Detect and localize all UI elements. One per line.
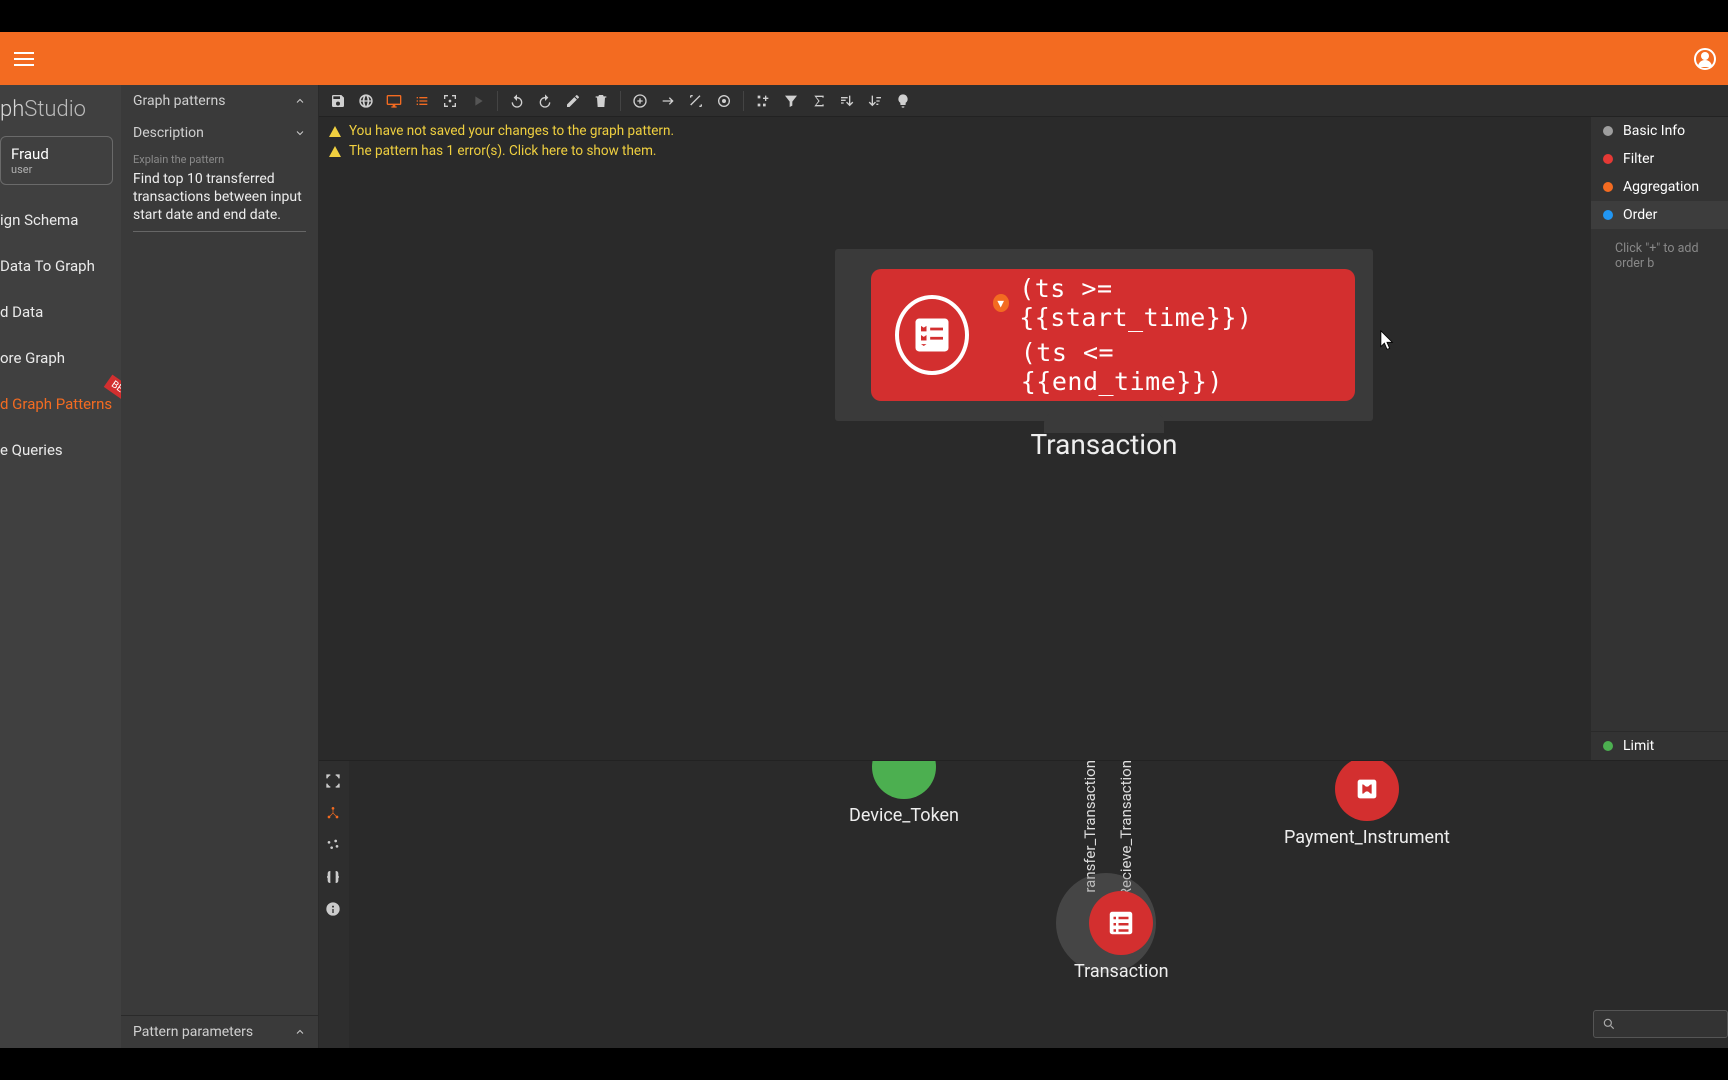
properties-panel: Basic Info Filter Aggregation Order Click "… bbox=[1591, 117, 1728, 760]
globe-icon[interactable] bbox=[353, 88, 379, 114]
list-icon[interactable] bbox=[409, 88, 435, 114]
graph-patterns-section[interactable]: Graph patterns bbox=[121, 85, 318, 117]
toolbar bbox=[319, 85, 1728, 117]
sort-icon[interactable] bbox=[834, 88, 860, 114]
pattern-parameters-section[interactable]: Pattern parameters bbox=[121, 1015, 318, 1048]
add-node-icon[interactable] bbox=[627, 88, 653, 114]
property-tab-order[interactable]: Order bbox=[1591, 201, 1728, 229]
chevron-up-icon bbox=[294, 1026, 306, 1038]
save-icon[interactable] bbox=[325, 88, 351, 114]
limit-dot-icon bbox=[1603, 741, 1613, 751]
graph-selector[interactable]: Fraud user bbox=[0, 136, 113, 185]
node-card-label: Transaction bbox=[835, 428, 1373, 461]
selected-node-card[interactable]: ▼ (ts >= {{start_time}}) (ts <= {{end_ti… bbox=[835, 249, 1373, 421]
node-icon bbox=[1335, 761, 1399, 821]
chevron-up-icon bbox=[294, 95, 306, 107]
property-tab-filter[interactable]: Filter bbox=[1591, 145, 1728, 173]
brand-suffix: Studio bbox=[24, 97, 86, 122]
graph-search-input[interactable] bbox=[1593, 1010, 1728, 1038]
brand-logo: phStudio bbox=[0, 85, 121, 136]
property-tab-label: Order bbox=[1623, 207, 1657, 223]
left-nav: phStudio Fraud user ign SchemaData To Gr… bbox=[0, 85, 121, 1048]
transaction-node-icon bbox=[895, 295, 969, 375]
desktop-icon[interactable] bbox=[381, 88, 407, 114]
graph-name: Fraud bbox=[11, 145, 102, 163]
dot-icon bbox=[1603, 154, 1613, 164]
fullscreen-icon[interactable] bbox=[325, 773, 343, 791]
order-hint-text: Click "+" to add order b bbox=[1591, 229, 1728, 271]
limit-icon[interactable] bbox=[862, 88, 888, 114]
property-tab-basic-info[interactable]: Basic Info bbox=[1591, 117, 1728, 145]
mouse-cursor bbox=[1380, 330, 1394, 350]
brand-prefix: ph bbox=[0, 97, 24, 122]
graph-viewport[interactable]: Recieve_Transactionransfer_TransactionDe… bbox=[349, 761, 1728, 1048]
property-tab-aggregation[interactable]: Aggregation bbox=[1591, 173, 1728, 201]
warning-icon bbox=[329, 126, 341, 137]
filter-icon[interactable] bbox=[778, 88, 804, 114]
sigma-icon[interactable] bbox=[806, 88, 832, 114]
limit-label: Limit bbox=[1623, 738, 1654, 754]
graph-node-payment[interactable]: Payment_Instrument bbox=[1284, 761, 1450, 848]
graph-explorer: Recieve_Transactionransfer_TransactionDe… bbox=[319, 760, 1728, 1048]
dot-icon bbox=[1603, 126, 1613, 136]
warning-text: You have not saved your changes to the g… bbox=[349, 123, 674, 139]
graph-node-transaction[interactable]: Transaction bbox=[1074, 891, 1169, 982]
node-label: Payment_Instrument bbox=[1284, 827, 1450, 848]
nav-item-0[interactable]: ign Schema bbox=[0, 197, 121, 243]
filter-expression-1: (ts >= {{start_time}}) bbox=[1019, 274, 1331, 332]
node-label: Transaction bbox=[1074, 961, 1169, 982]
warning-errors[interactable]: The pattern has 1 error(s). Click here t… bbox=[329, 141, 674, 161]
widget-icon[interactable] bbox=[750, 88, 776, 114]
braces-icon[interactable] bbox=[325, 869, 343, 887]
nav-item-2[interactable]: d Data bbox=[0, 289, 121, 335]
redo-icon[interactable] bbox=[532, 88, 558, 114]
lightbulb-icon[interactable] bbox=[890, 88, 916, 114]
nav-item-1[interactable]: Data To Graph bbox=[0, 243, 121, 289]
add-edge-icon[interactable] bbox=[655, 88, 681, 114]
menu-hamburger[interactable] bbox=[12, 47, 36, 71]
nav-item-4[interactable]: d Graph PatternsBETA bbox=[0, 381, 121, 427]
description-text[interactable]: Find top 10 transferred transactions bet… bbox=[133, 170, 306, 232]
target-icon[interactable] bbox=[711, 88, 737, 114]
warning-text: The pattern has 1 error(s). Click here t… bbox=[349, 143, 656, 159]
info-icon[interactable] bbox=[325, 901, 343, 919]
graph-node-device[interactable]: Device_Token bbox=[849, 761, 959, 826]
search-icon bbox=[1602, 1017, 1616, 1031]
delete-icon[interactable] bbox=[588, 88, 614, 114]
description-field-label: Explain the pattern bbox=[133, 153, 306, 166]
chevron-down-icon bbox=[294, 127, 306, 139]
description-section[interactable]: Description bbox=[121, 117, 318, 149]
property-tab-label: Basic Info bbox=[1623, 123, 1685, 139]
description-label: Description bbox=[133, 125, 204, 141]
pattern-parameters-label: Pattern parameters bbox=[133, 1024, 253, 1040]
pattern-canvas[interactable]: You have not saved your changes to the g… bbox=[319, 117, 1591, 760]
filter-expression-2: (ts <= {{end_time}}) bbox=[1021, 338, 1331, 396]
node-icon bbox=[872, 761, 936, 799]
graph-tool-strip bbox=[319, 761, 349, 1048]
node-label: Device_Token bbox=[849, 805, 959, 826]
property-tab-label: Filter bbox=[1623, 151, 1654, 167]
node-icon bbox=[1089, 891, 1153, 955]
play-icon[interactable] bbox=[465, 88, 491, 114]
filter-chip-icon: ▼ bbox=[993, 294, 1009, 312]
main-area: You have not saved your changes to the g… bbox=[319, 85, 1728, 1048]
link-icon[interactable] bbox=[683, 88, 709, 114]
undo-icon[interactable] bbox=[504, 88, 530, 114]
focus-icon[interactable] bbox=[437, 88, 463, 114]
nav-item-3[interactable]: ore Graph bbox=[0, 335, 121, 381]
property-tab-label: Aggregation bbox=[1623, 179, 1699, 195]
warning-icon bbox=[329, 146, 341, 157]
scatter-icon[interactable] bbox=[325, 837, 343, 855]
graph-subtitle: user bbox=[11, 163, 102, 176]
user-avatar-icon[interactable] bbox=[1694, 48, 1716, 70]
warning-unsaved[interactable]: You have not saved your changes to the g… bbox=[329, 121, 674, 141]
limit-section[interactable]: Limit bbox=[1591, 731, 1728, 760]
graph-patterns-label: Graph patterns bbox=[133, 93, 225, 109]
dot-icon bbox=[1603, 210, 1613, 220]
pattern-side-panel: Graph patterns Description Explain the p… bbox=[121, 85, 319, 1048]
layout-icon[interactable] bbox=[325, 805, 343, 823]
nav-item-5[interactable]: e Queries bbox=[0, 427, 121, 473]
dot-icon bbox=[1603, 182, 1613, 192]
edit-icon[interactable] bbox=[560, 88, 586, 114]
